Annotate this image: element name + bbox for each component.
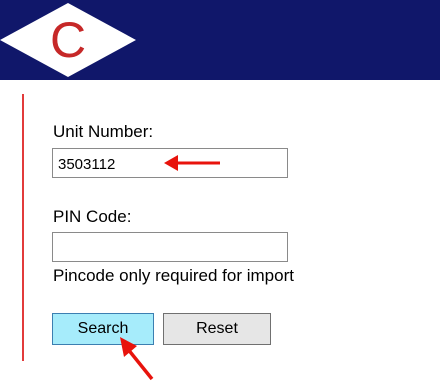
red-arrow-icon <box>120 337 154 381</box>
c-diamond-logo-icon: C <box>0 3 136 77</box>
pin-code-input[interactable] <box>52 232 288 262</box>
pincode-hint-text: Pincode only required for import <box>53 266 294 285</box>
svg-text:C: C <box>50 12 86 68</box>
left-divider-line <box>22 94 24 361</box>
reset-button[interactable]: Reset <box>163 313 271 345</box>
header-bar: C <box>0 0 440 80</box>
tracking-page: C Unit Number: PIN Code: Pincode only re… <box>0 0 440 381</box>
pin-code-label: PIN Code: <box>53 207 132 226</box>
unit-number-label: Unit Number: <box>53 122 154 141</box>
red-arrow-icon <box>164 155 220 171</box>
